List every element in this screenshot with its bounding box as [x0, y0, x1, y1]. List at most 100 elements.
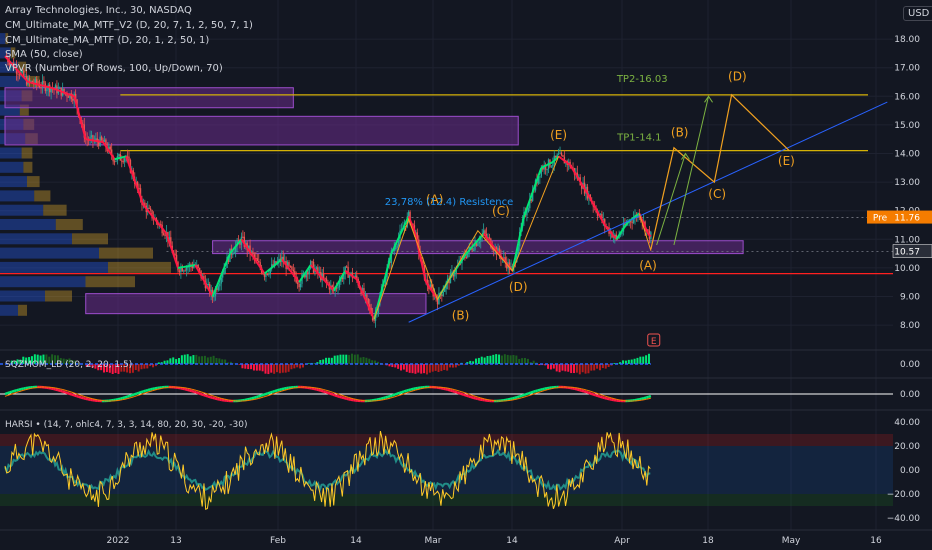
pane2-line: [124, 395, 128, 399]
pane2-line: [604, 396, 608, 400]
pane2-line: [182, 387, 186, 391]
sqz-bar: [446, 364, 449, 371]
pane2-signal: [613, 398, 617, 400]
candle-body: [315, 267, 318, 270]
pane2-line: [260, 393, 264, 397]
volume-profile-down-bar: [45, 290, 72, 302]
time-axis[interactable]: 2022 13 Feb 14 Mar 14 Apr 18 May 16: [0, 529, 932, 550]
candle-body: [472, 250, 475, 252]
sqz-bar: [515, 355, 518, 364]
pane2-signal: [219, 397, 222, 399]
candle-body: [288, 262, 290, 266]
pane2-line: [579, 388, 583, 392]
sqz-bar: [509, 355, 512, 364]
sqz-bar: [408, 364, 411, 373]
pane2-line: [380, 396, 384, 400]
pane2-line: [200, 392, 204, 397]
pane2-signal: [127, 397, 130, 400]
pane2-line: [461, 392, 465, 397]
indicator-legend-ma-mtf-v2[interactable]: CM_Ultimate_MA_MTF_V2 (D, 20, 7, 1, 2, 5…: [5, 20, 253, 32]
sqz-bar: [180, 355, 183, 364]
candle-body: [345, 266, 348, 268]
ma-line-segment: [56, 88, 61, 92]
pane2-line: [184, 387, 188, 391]
currency-button[interactable]: USD: [903, 6, 932, 21]
ma-line-segment: [33, 82, 37, 86]
candle-body: [128, 156, 130, 160]
pane2-line: [394, 392, 398, 396]
ma-line-segment: [540, 165, 545, 169]
pane2-line: [249, 397, 253, 401]
volume-profile-down-bar: [21, 147, 33, 159]
sqz-bar: [440, 364, 443, 372]
pane2-signal: [611, 397, 615, 400]
pane2-line: [521, 393, 525, 397]
pane2-line: [129, 394, 133, 398]
pane2-line: [216, 397, 220, 401]
indicator-legend-vpvr[interactable]: VPVR (Number Of Rows, 100, Up/Down, 70): [5, 63, 223, 75]
sqz-bar: [348, 354, 351, 364]
pane2-line: [246, 397, 250, 401]
pane2-signal: [260, 396, 264, 399]
volume-profile-down-bar: [55, 219, 83, 230]
pane2-line: [256, 395, 260, 399]
ma-line-segment: [59, 90, 64, 93]
pane2-signal: [124, 398, 128, 400]
candle-body: [442, 291, 444, 296]
pane2-signal: [69, 391, 73, 393]
pane2-signal: [514, 398, 518, 401]
sqz-bar: [327, 357, 330, 364]
candle-body: [337, 287, 339, 289]
indicator-legend-sma[interactable]: SMA (50, close): [5, 49, 83, 61]
pane2-line: [329, 392, 333, 396]
sqz-bar: [567, 364, 570, 372]
candle-body: [324, 277, 326, 279]
price-tick-label: 9.00: [900, 293, 920, 303]
chart-annotation: TP2-16.03: [616, 74, 668, 85]
sqz-bar: [140, 364, 143, 370]
pane2-signal: [283, 389, 287, 391]
pane2-line: [274, 389, 278, 393]
pane2-line: [69, 392, 73, 396]
candle-body: [465, 257, 468, 259]
harsi-legend[interactable]: HARSI • (14, 7, ohlc4, 7, 3, 3, 14, 80, …: [5, 420, 248, 430]
sqz-bar: [506, 354, 509, 364]
pane2-line: [385, 395, 389, 399]
volume-profile-up-bar: [0, 290, 45, 302]
sqz-bar: [342, 354, 345, 364]
ma-line-segment: [48, 86, 52, 89]
pane2-signal: [62, 389, 66, 391]
candle-body: [46, 89, 48, 92]
volume-profile-down-bar: [72, 233, 108, 245]
ma-line-segment: [117, 156, 121, 160]
pane2-line: [316, 388, 320, 392]
sqz-bar: [561, 364, 564, 371]
sqz-bar: [356, 354, 359, 364]
harsi-tick-label: 40.00: [894, 418, 920, 428]
event-badge: E: [651, 337, 657, 347]
candle-body: [113, 161, 116, 163]
candle-body: [477, 243, 479, 246]
symbol-title: Array Technologies, Inc., 30, NASDAQ: [5, 5, 192, 16]
sqz-bar: [264, 364, 267, 374]
candle-body: [263, 274, 266, 277]
sqz-bar: [570, 364, 573, 374]
pane2-line: [454, 390, 458, 394]
price-chart[interactable]: (A)(B)(C)(D)(E)(A)(B)(C)(D)(E)TP2-16.03T…: [0, 0, 932, 550]
candle-body: [478, 241, 481, 244]
harsi-tick-label: −20.00: [887, 490, 921, 500]
pane2-line: [512, 396, 516, 400]
sqz-bar: [636, 357, 639, 364]
pane2-line: [401, 390, 405, 394]
pane2-signal: [288, 388, 292, 390]
ma-line-segment: [62, 91, 66, 95]
sqz-bar: [215, 357, 218, 364]
volume-profile-up-bar: [0, 161, 24, 173]
price-tick-label: 13.00: [894, 178, 920, 188]
sqz-bar: [443, 364, 446, 370]
volume-profile-up-bar: [0, 176, 27, 188]
sqzmom-legend[interactable]: SQZMOM_LB (20, 2, 20, 1.5): [5, 360, 132, 370]
indicator-legend-ma-mtf[interactable]: CM_Ultimate_MA_MTF (D, 20, 1, 2, 50, 1): [5, 35, 209, 47]
pane2-line: [59, 389, 64, 393]
pane2-signal: [277, 391, 280, 394]
